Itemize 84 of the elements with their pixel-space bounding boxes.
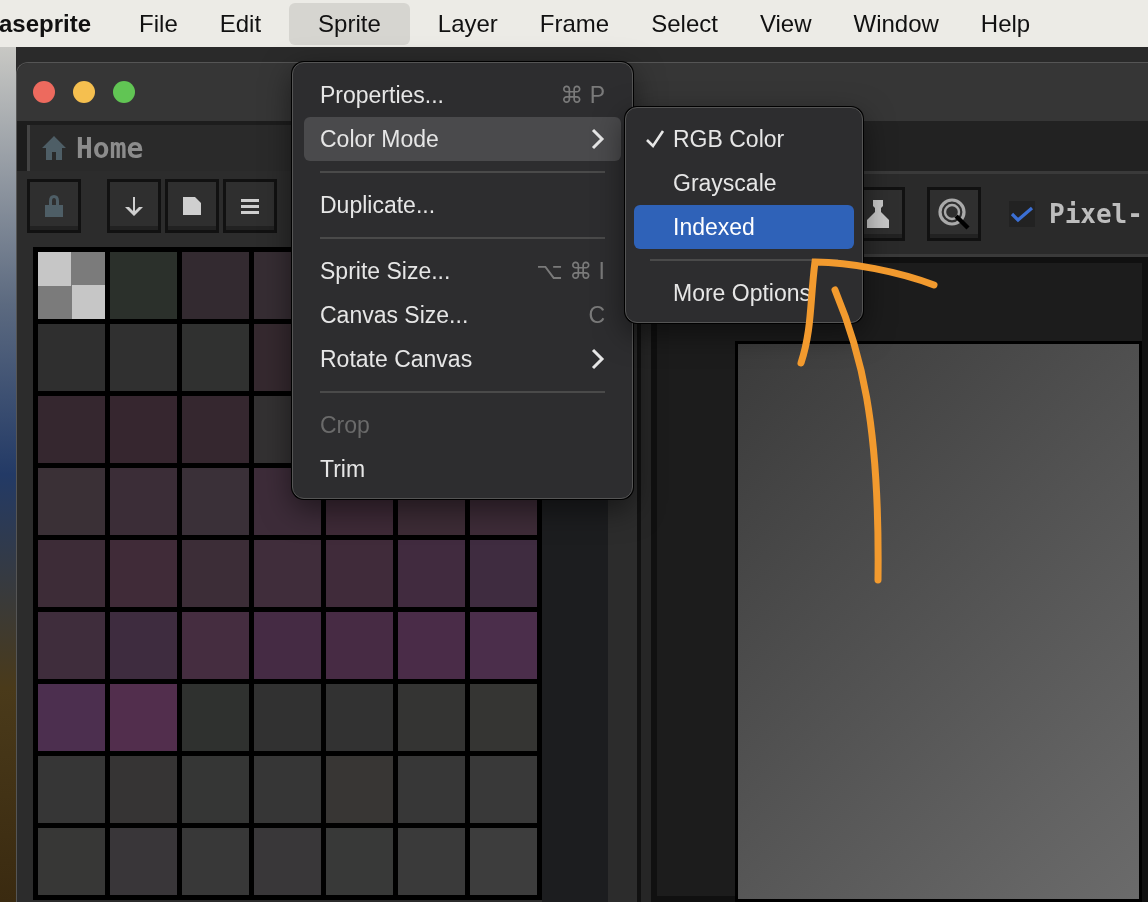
menu-item[interactable]: Grayscale [634,161,854,205]
close-button[interactable] [33,81,55,103]
color-swatch[interactable] [182,252,249,319]
color-swatch[interactable] [110,468,177,535]
menu-bar-item[interactable]: Layer [423,2,512,45]
menu-bar-item[interactable]: Frame [525,2,624,45]
menu-item[interactable]: Sprite Size... ⌥ ⌘ I [304,249,621,293]
color-swatch[interactable] [470,684,537,751]
menu-bar-item[interactable]: Window [839,2,953,45]
color-swatch[interactable] [182,468,249,535]
new-file-button[interactable] [165,179,219,233]
color-swatch[interactable] [254,756,321,823]
color-swatch[interactable] [470,612,537,679]
chevron-right-icon [591,128,605,150]
menu-bar-item[interactable]: File [125,2,192,45]
color-swatch[interactable] [182,828,249,895]
menu-button[interactable] [223,179,277,233]
color-swatch[interactable] [110,540,177,607]
zoom-button[interactable] [113,81,135,103]
color-swatch[interactable] [470,540,537,607]
color-swatch[interactable] [110,252,177,319]
arrow-down-button[interactable] [107,179,161,233]
transparent-swatch[interactable] [38,252,105,319]
color-swatch[interactable] [182,612,249,679]
menu-item[interactable]: Trim [304,447,621,491]
color-swatch[interactable] [38,324,105,391]
color-swatch[interactable] [326,540,393,607]
menu-item[interactable]: Indexed [634,205,854,249]
color-swatch[interactable] [398,684,465,751]
color-swatch[interactable] [398,540,465,607]
color-swatch[interactable] [326,756,393,823]
menu-bar-item[interactable]: Help [966,2,1045,45]
menu-item[interactable]: Color Mode [304,117,621,161]
color-swatch[interactable] [470,828,537,895]
color-swatch[interactable] [110,396,177,463]
color-swatch[interactable] [398,612,465,679]
menu-item[interactable]: Canvas Size... C [304,293,621,337]
shortcut-text: ⌥ ⌘ I [536,257,605,285]
color-swatch[interactable] [110,828,177,895]
color-swatch[interactable] [110,324,177,391]
color-swatch[interactable] [398,756,465,823]
color-swatch[interactable] [38,756,105,823]
color-swatch[interactable] [182,324,249,391]
search-icon [936,196,972,232]
color-swatch[interactable] [326,684,393,751]
color-swatch[interactable] [110,612,177,679]
color-swatch[interactable] [182,540,249,607]
color-swatch[interactable] [38,612,105,679]
menu-bar-item[interactable]: Select [637,2,732,45]
color-swatch[interactable] [326,828,393,895]
menu-bar-item[interactable]: Edit [205,2,276,45]
menu-bar-item[interactable]: View [745,2,826,45]
minimize-button[interactable] [73,81,95,103]
color-swatch[interactable] [38,540,105,607]
chevron-right-icon [591,348,605,370]
color-swatch[interactable] [254,684,321,751]
color-swatch[interactable] [326,612,393,679]
color-swatch[interactable] [254,540,321,607]
color-swatch[interactable] [254,612,321,679]
menu-item[interactable]: Duplicate... [304,183,621,227]
menu-item[interactable]: RGB Color [634,117,854,161]
color-swatch[interactable] [110,684,177,751]
color-swatch[interactable] [470,756,537,823]
lock-button[interactable] [27,179,81,233]
color-swatch[interactable] [182,756,249,823]
app-name[interactable]: aseprite [0,9,92,38]
home-icon [40,134,68,162]
menu-item[interactable]: More Options [634,271,854,315]
menu-bar-item[interactable]: Sprite [289,2,410,45]
color-swatch[interactable] [38,396,105,463]
checkbox[interactable] [1009,201,1035,227]
shortcut-text: C [588,301,605,329]
shortcut-text: ⌘ P [560,81,605,109]
color-swatch[interactable] [38,684,105,751]
checkbox-label: Pixel- [1049,199,1143,229]
color-swatch[interactable] [398,828,465,895]
color-swatch[interactable] [110,756,177,823]
color-swatch[interactable] [254,828,321,895]
color-swatch[interactable] [38,828,105,895]
zoom-tool-button[interactable] [927,187,981,241]
color-swatch[interactable] [38,468,105,535]
menu-item[interactable]: Rotate Canvas [304,337,621,381]
color-swatch[interactable] [182,684,249,751]
color-swatch[interactable] [182,396,249,463]
